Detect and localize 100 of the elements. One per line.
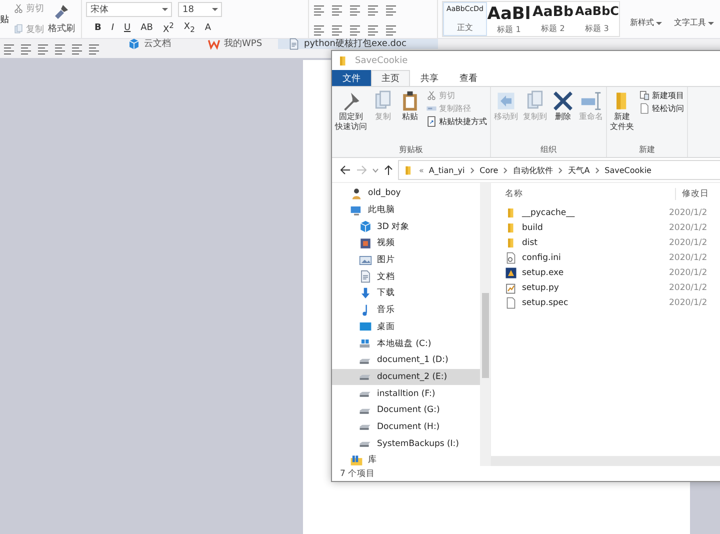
chevron-icon <box>594 166 600 174</box>
nav-item[interactable]: 音乐 <box>332 302 480 318</box>
breadcrumb[interactable]: 天气A <box>568 164 590 176</box>
film-icon <box>359 236 372 250</box>
nav-item[interactable]: Document (G:) <box>332 402 480 419</box>
column-header[interactable]: 名称 <box>491 188 676 200</box>
ribbon-button[interactable]: 新建项目 <box>639 90 684 101</box>
file-date: 2020/1/2 <box>669 282 708 292</box>
ribbon-tab[interactable]: 查看 <box>449 70 488 86</box>
ribbon-tab[interactable]: 文件 <box>332 70 371 86</box>
nav-item[interactable]: 文档 <box>332 268 480 286</box>
dropdown-icon[interactable] <box>372 168 379 172</box>
cube-icon <box>359 220 372 234</box>
drive-icon <box>359 337 372 350</box>
nav-item[interactable]: 桌面 <box>332 318 480 336</box>
breadcrumb[interactable]: A_tian_yi <box>428 166 465 174</box>
scissors-icon <box>13 3 24 14</box>
chevron-icon <box>470 166 475 174</box>
group-label: 剪贴板 <box>399 144 423 155</box>
document-tab[interactable]: 我的WPS <box>198 39 274 49</box>
delete-icon <box>552 90 574 112</box>
caret-icon <box>708 22 714 25</box>
format-button[interactable]: X$^{2}$ <box>162 21 174 35</box>
style-option[interactable]: AaBb 标题 2 <box>531 2 575 36</box>
format-painter-button[interactable]: 格式刷 <box>48 4 75 34</box>
down-arrow-icon <box>359 286 372 300</box>
nav-item[interactable]: SystemBackups (I:) <box>332 435 480 452</box>
font-size-field[interactable]: 18 <box>178 2 222 17</box>
format-button[interactable]: I <box>111 23 114 33</box>
nav-item[interactable]: 视频 <box>332 235 480 252</box>
caret-icon <box>162 8 168 11</box>
file-name[interactable]: setup.spec <box>491 296 669 308</box>
nav-item[interactable]: document_2 (E:) <box>332 368 480 386</box>
user-icon <box>350 186 363 200</box>
breadcrumb[interactable]: Core <box>480 166 498 174</box>
page-icon <box>639 103 650 114</box>
new-item-icon <box>639 90 650 101</box>
format-button[interactable]: A <box>204 23 212 33</box>
nav-item[interactable]: 3D 对象 <box>332 218 480 236</box>
ribbon-button[interactable]: 删除 <box>552 90 574 144</box>
file-name[interactable]: dist <box>491 236 669 248</box>
group-label: 新建 <box>639 144 655 155</box>
nav-item[interactable]: 库 <box>332 452 480 469</box>
style-option[interactable]: AaBbC 标题 3 <box>575 2 619 36</box>
chevron-icon <box>503 166 508 174</box>
breadcrumb[interactable]: SaveCookie <box>604 166 652 174</box>
nav-item[interactable]: installtion (F:) <box>332 385 480 402</box>
address-bar[interactable]: « A_tian_yi Core 自动化软件 天气A SaveCookie <box>398 160 720 180</box>
paste-label[interactable]: 贴 <box>0 12 9 26</box>
file-date: 2020/1/2 <box>669 252 708 262</box>
nav-item[interactable]: old_boy <box>332 185 480 202</box>
scissors-icon <box>426 90 437 101</box>
ribbon-button[interactable]: 粘贴快捷方式 <box>426 116 487 127</box>
breadcrumb[interactable]: 自动化软件 <box>513 164 554 176</box>
window-title: SaveCookie <box>355 56 408 66</box>
nav-item[interactable]: Document (H:) <box>332 418 480 436</box>
nav-item[interactable]: 此电脑 <box>332 202 480 218</box>
caret-icon <box>656 22 662 25</box>
format-button[interactable]: AB <box>140 23 153 33</box>
logo-icon <box>208 38 220 50</box>
format-button[interactable]: X$_{2}$ <box>184 22 195 34</box>
ribbon-button[interactable]: 轻松访问 <box>639 103 684 114</box>
document-icon <box>359 270 372 284</box>
group-label: 组织 <box>540 144 556 155</box>
nav-item[interactable]: 本地磁盘 (C:) <box>332 335 480 352</box>
ribbon-button[interactable]: 文字工具 <box>668 0 720 38</box>
ribbon-button[interactable]: 新样式 <box>624 0 668 38</box>
nav-item[interactable]: document_1 (D:) <box>332 352 480 369</box>
up-icon[interactable] <box>384 164 393 176</box>
format-button[interactable]: U <box>124 23 131 33</box>
shortcut-icon <box>426 116 437 127</box>
monitor-icon <box>359 320 372 334</box>
ribbon-tab[interactable]: 共享 <box>410 70 449 86</box>
column-header[interactable]: 修改日 <box>676 188 709 200</box>
document-tab[interactable]: python硬核打包exe.doc <box>278 39 438 49</box>
file-date: 2020/1/2 <box>669 222 708 232</box>
ribbon-button[interactable]: 固定到 快速访问 <box>335 90 367 144</box>
picture-icon <box>359 254 372 267</box>
scrollbar[interactable] <box>480 183 490 466</box>
format-button[interactable]: B <box>94 23 102 33</box>
ribbon-button[interactable]: 新建 文件夹 <box>610 90 634 144</box>
file-name[interactable]: config.ini <box>491 252 669 264</box>
document-tab[interactable]: 云文档 <box>118 39 194 49</box>
nav-item[interactable]: 下载 <box>332 285 480 302</box>
computer-icon <box>350 204 363 217</box>
font-family-field[interactable]: 宋体 <box>86 2 172 17</box>
ribbon-button[interactable]: 粘贴 <box>399 90 421 144</box>
nav-item[interactable]: 图片 <box>332 252 480 268</box>
file-name[interactable]: build <box>491 222 669 234</box>
file-date: 2020/1/2 <box>669 238 708 248</box>
file-name[interactable]: __pycache__ <box>491 206 669 218</box>
style-option[interactable]: AaBl 标题 1 <box>487 2 531 36</box>
file-name[interactable]: setup.exe <box>491 266 669 278</box>
back-icon[interactable] <box>340 165 351 175</box>
settings-file-icon <box>505 252 517 264</box>
caret-icon <box>212 8 218 11</box>
file-date: 2020/1/2 <box>669 208 708 218</box>
program-icon <box>505 266 517 278</box>
ribbon-tab[interactable]: 主页 <box>371 70 410 86</box>
file-name[interactable]: setup.py <box>491 282 669 294</box>
